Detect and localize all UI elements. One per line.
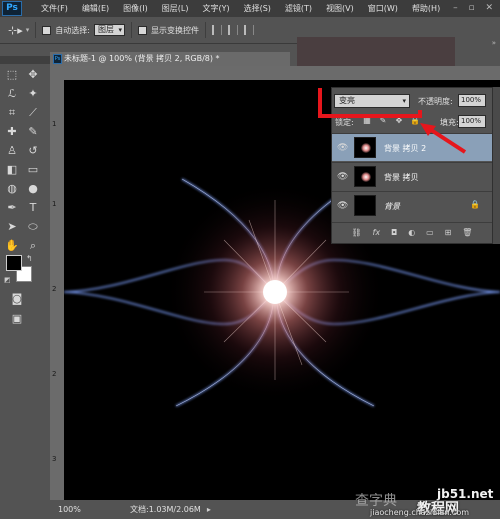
- menu-file[interactable]: 文件(F): [34, 3, 75, 14]
- lasso-tool-icon[interactable]: ℒ: [3, 85, 21, 103]
- align-top-icon[interactable]: [211, 25, 222, 35]
- tools-panel-handle[interactable]: [0, 56, 50, 64]
- quick-mask-icon[interactable]: ◙: [8, 290, 26, 308]
- red-annotation: [318, 88, 467, 154]
- menu-type[interactable]: 文字(Y): [195, 3, 236, 14]
- marquee-tool-icon[interactable]: ⬚: [3, 66, 21, 84]
- layer-row-background[interactable]: 👁 背景 🔒: [332, 191, 492, 219]
- crop-tool-icon[interactable]: ⌗: [3, 104, 21, 122]
- divider: [35, 22, 37, 38]
- menu-select[interactable]: 选择(S): [237, 3, 278, 14]
- ruler-left[interactable]: 1 1 2 2 3: [50, 80, 64, 500]
- menu-layer[interactable]: 图层(L): [155, 3, 196, 14]
- path-selection-tool-icon[interactable]: ➤: [3, 218, 21, 236]
- layer-name: 背景 拷贝: [384, 173, 419, 182]
- default-colors-icon[interactable]: ◩: [4, 276, 11, 284]
- mask-icon[interactable]: ◘: [391, 228, 397, 237]
- menu-bar: Ps 文件(F) 编辑(E) 图像(I) 图层(L) 文字(Y) 选择(S) 滤…: [0, 0, 500, 17]
- watermark-url: jiaocheng.chazidian.com: [370, 508, 470, 517]
- ruler-mark: 2: [52, 370, 57, 378]
- trash-icon[interactable]: 🗑: [462, 228, 472, 237]
- layers-panel-footer: ⛓ fx ◘ ◐ ▭ ⊞ 🗑: [332, 222, 492, 242]
- divider: [204, 22, 206, 38]
- auto-select-dropdown[interactable]: 图层: [93, 24, 125, 36]
- collapse-arrows-icon[interactable]: »: [492, 39, 496, 47]
- new-layer-icon[interactable]: ⊞: [445, 228, 452, 237]
- ruler-top[interactable]: [50, 66, 500, 80]
- ruler-mark: 1: [52, 120, 57, 128]
- auto-select-checkbox[interactable]: [42, 25, 52, 35]
- layer-thumbnail: [354, 195, 376, 216]
- eraser-tool-icon[interactable]: ◧: [3, 161, 21, 179]
- show-transform-checkbox[interactable]: [137, 25, 147, 35]
- zoom-tool-icon[interactable]: ⌕: [24, 237, 42, 255]
- link-icon[interactable]: ⛓: [351, 228, 361, 237]
- eye-visibility-icon[interactable]: 👁: [337, 201, 348, 211]
- layer-name: 背景: [384, 202, 400, 211]
- screen-mode-icon[interactable]: ▣: [8, 310, 26, 328]
- type-tool-icon[interactable]: T: [24, 199, 42, 217]
- adjustment-icon[interactable]: ◐: [408, 228, 415, 237]
- document-tab-title: 未标题-1 @ 100% (背景 拷贝 2, RGB/8) *: [64, 54, 220, 63]
- brush-tool-icon[interactable]: ✎: [24, 123, 42, 141]
- ruler-mark: 3: [52, 455, 57, 463]
- move-tool-icon[interactable]: ✥: [24, 66, 42, 84]
- pen-tool-icon[interactable]: ✒: [3, 199, 21, 217]
- layer-lock-icon: 🔒: [470, 200, 480, 209]
- gradient-tool-icon[interactable]: ▭: [24, 161, 42, 179]
- tool-preset-dropdown-icon[interactable]: ▾: [26, 26, 30, 34]
- ps-document-icon: Ps: [53, 54, 62, 64]
- align-middle-icon[interactable]: [227, 25, 238, 35]
- hand-tool-icon[interactable]: ✋: [3, 237, 21, 255]
- move-tool-icon[interactable]: ⊹▸: [8, 24, 23, 37]
- ruler-mark: 1: [52, 200, 57, 208]
- show-transform-option[interactable]: 显示变换控件: [137, 25, 199, 36]
- menu-filter[interactable]: 滤镜(T): [278, 3, 319, 14]
- foreground-color-swatch[interactable]: [6, 255, 22, 271]
- watermark-faded: 查字典: [355, 493, 397, 509]
- fx-icon[interactable]: fx: [373, 228, 381, 237]
- photoshop-logo: Ps: [2, 1, 22, 16]
- healing-brush-tool-icon[interactable]: ✚: [3, 123, 21, 141]
- group-icon[interactable]: ▭: [426, 228, 434, 237]
- eye-visibility-icon[interactable]: 👁: [337, 172, 348, 182]
- eyedropper-tool-icon[interactable]: ⟋: [24, 104, 42, 122]
- menu-image[interactable]: 图像(I): [116, 3, 155, 14]
- layer-row-background-copy[interactable]: 👁 背景 拷贝: [332, 162, 492, 190]
- menu-window[interactable]: 窗口(W): [361, 3, 405, 14]
- ellipse-tool-icon[interactable]: ⬭: [24, 218, 42, 236]
- auto-select-option[interactable]: 自动选择: 图层: [42, 24, 125, 36]
- magic-wand-tool-icon[interactable]: ✦: [24, 85, 42, 103]
- auto-select-label: 自动选择:: [55, 25, 90, 35]
- layer-thumbnail: [354, 166, 376, 187]
- status-menu-arrow-icon[interactable]: ▸: [207, 505, 211, 514]
- show-transform-label: 显示变换控件: [150, 25, 199, 35]
- history-brush-tool-icon[interactable]: ↺: [24, 142, 42, 160]
- document-size: 文档:1.03M/2.06M: [130, 505, 201, 514]
- dodge-tool-icon[interactable]: ●: [24, 180, 42, 198]
- swap-colors-icon[interactable]: ↰: [26, 254, 33, 263]
- clone-stamp-tool-icon[interactable]: ♙: [3, 142, 21, 160]
- layers-scrollbar[interactable]: [493, 87, 500, 244]
- divider: [130, 22, 132, 38]
- menu-edit[interactable]: 编辑(E): [75, 3, 116, 14]
- menu-help[interactable]: 帮助(H): [405, 3, 447, 14]
- zoom-level[interactable]: 100%: [58, 505, 90, 514]
- align-bottom-icon[interactable]: [243, 25, 254, 35]
- ruler-mark: 2: [52, 285, 57, 293]
- document-tab[interactable]: Ps 未标题-1 @ 100% (背景 拷贝 2, RGB/8) *: [50, 52, 290, 66]
- blur-tool-icon[interactable]: ◍: [3, 180, 21, 198]
- window-controls[interactable]: – ▫ ✕: [453, 3, 497, 13]
- menu-view[interactable]: 视图(V): [319, 3, 361, 14]
